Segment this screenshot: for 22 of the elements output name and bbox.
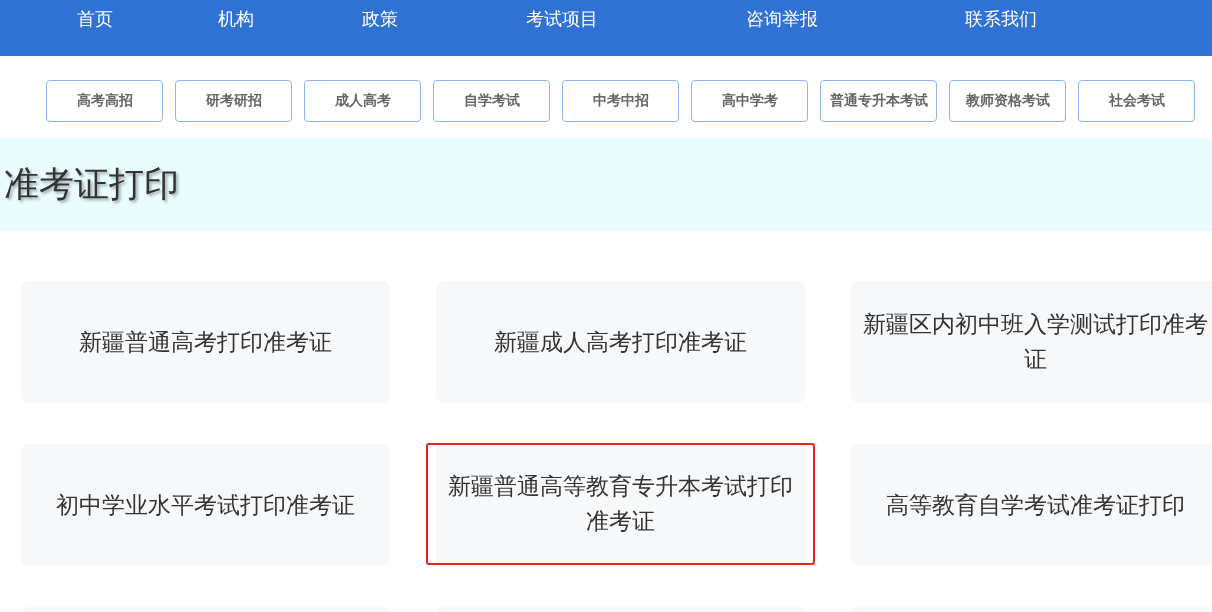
nav-link[interactable]: 政策 [340,7,420,31]
exam-card-link[interactable]: 新疆普通高等教育专升本考试打印准考证 [426,443,815,565]
nav-link[interactable]: 考试项目 [512,7,612,31]
nav-link[interactable]: 联系我们 [951,7,1051,31]
nav-link[interactable]: 机构 [196,7,276,31]
category-button[interactable]: 社会考试 [1078,80,1195,122]
nav-link[interactable]: 首页 [55,7,135,31]
exam-card-link[interactable]: 高等教育自学考试准考证打印 [851,444,1212,566]
exam-card-link[interactable]: 新疆成人高考打印准考证 [436,281,805,403]
exam-card-link[interactable]: 新疆普通高考打印准考证 [21,281,390,403]
category-button[interactable]: 自学考试 [433,80,550,122]
category-button[interactable]: 普通专升本考试 [820,80,937,122]
category-button[interactable]: 高考高招 [46,80,163,122]
nav-link[interactable]: 咨询举报 [732,7,832,31]
category-button[interactable]: 中考中招 [562,80,679,122]
exam-card-link[interactable]: 新疆区内初中班入学测试打印准考证 [851,281,1212,403]
category-button[interactable]: 高中学考 [691,80,808,122]
category-button[interactable]: 教师资格考试 [949,80,1066,122]
category-button[interactable]: 成人高考 [304,80,421,122]
exam-card-link[interactable]: 初中学业水平考试打印准考证 [21,444,390,566]
category-button[interactable]: 研考研招 [175,80,292,122]
page-title: 准考证打印 [4,163,179,205]
